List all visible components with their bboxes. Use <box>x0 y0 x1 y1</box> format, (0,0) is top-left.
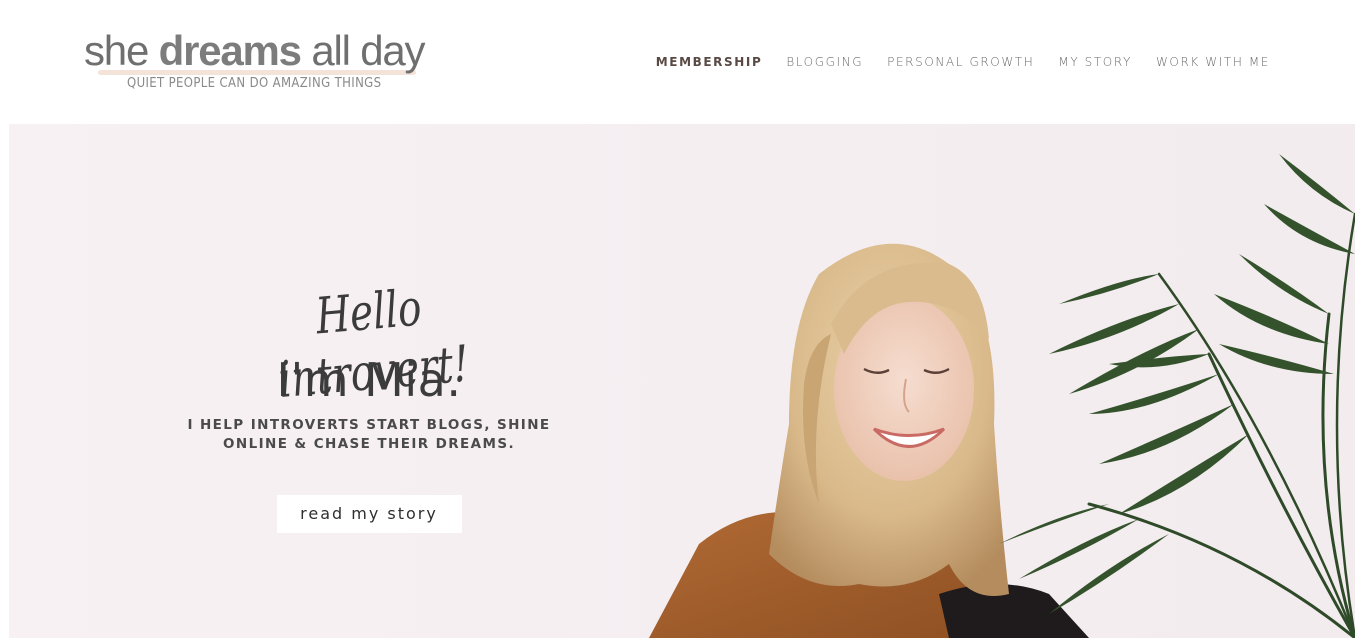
logo-wordmark: she dreams all day <box>84 26 426 76</box>
nav-item-personal-growth[interactable]: PERSONAL GROWTH <box>887 54 1034 70</box>
main-navigation: MEMBERSHIP BLOGGING PERSONAL GROWTH MY S… <box>655 54 1270 70</box>
nav-item-membership[interactable]: MEMBERSHIP <box>655 54 763 70</box>
hero-text-block: Hello introvert! I'm Mia. I HELP INTROVE… <box>179 279 559 533</box>
nav-item-work-with-me[interactable]: WORK WITH ME <box>1156 54 1270 70</box>
read-my-story-button[interactable]: read my story <box>276 495 462 533</box>
logo-word-she: she <box>84 27 149 74</box>
hero-tagline-line-1: I HELP INTROVERTS START BLOGS, SHINE <box>187 417 551 433</box>
hero-tagline: I HELP INTROVERTS START BLOGS, SHINE ONL… <box>179 416 559 454</box>
nav-item-my-story[interactable]: MY STORY <box>1058 54 1132 70</box>
nav-item-blogging[interactable]: BLOGGING <box>786 54 863 70</box>
logo-word-dreams: dreams <box>158 27 302 74</box>
site-header: she dreams all day QUIET PEOPLE CAN DO A… <box>0 0 1355 124</box>
hero-tagline-line-2: ONLINE & CHASE THEIR DREAMS. <box>223 436 515 452</box>
logo-word-all-day: all day <box>311 27 425 74</box>
site-logo[interactable]: she dreams all day QUIET PEOPLE CAN DO A… <box>84 26 434 96</box>
logo-tagline: QUIET PEOPLE CAN DO AMAZING THINGS <box>127 76 382 91</box>
hero-section: Hello introvert! I'm Mia. I HELP INTROVE… <box>9 124 1355 638</box>
hero-script-greeting: Hello introvert! <box>276 278 472 409</box>
